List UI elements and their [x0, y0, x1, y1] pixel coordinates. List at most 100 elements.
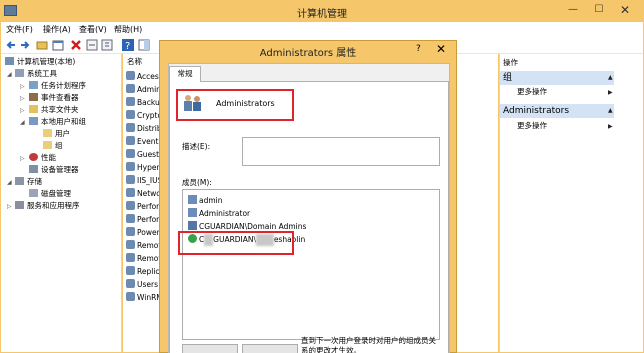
- members-list[interactable]: admin Administrator CGUARDIAN\Domain Adm…: [182, 189, 440, 340]
- members-label: 成员(M):: [182, 178, 212, 187]
- tree-storage[interactable]: 存储: [15, 176, 42, 188]
- tree-root[interactable]: 计算机管理(本地): [5, 56, 75, 68]
- computer-icon: [5, 57, 14, 65]
- list-item[interactable]: Remot: [126, 253, 161, 265]
- list-item[interactable]: Perfor: [126, 201, 159, 213]
- expand-arrow-icon[interactable]: ▷: [7, 203, 12, 210]
- group-icon: [126, 253, 135, 262]
- close-button[interactable]: ✕: [618, 4, 632, 16]
- tree-event-viewer[interactable]: 事件查看器: [29, 92, 79, 104]
- list-item[interactable]: WinRM: [126, 292, 163, 304]
- tree-task-scheduler[interactable]: 任务计划程序: [29, 80, 86, 92]
- menu-action[interactable]: 操作(A): [43, 24, 71, 35]
- menu-bar: 文件(F) 操作(A) 查看(V) 帮助(H): [1, 22, 643, 36]
- help-icon[interactable]: ?: [122, 39, 134, 51]
- list-item[interactable]: Netwo: [126, 188, 161, 200]
- delete-icon[interactable]: [70, 39, 82, 51]
- properties-dialog: Administrators 属性 ? ✕ 常规 Administrators …: [159, 40, 457, 353]
- remove-button[interactable]: [242, 344, 298, 353]
- user-icon: [188, 195, 197, 204]
- menu-help[interactable]: 帮助(H): [114, 24, 142, 35]
- membership-note: 直到下一次用户登录时对用户的组成员关系的更改才生效。: [301, 336, 436, 353]
- device-manager-icon: [29, 165, 38, 173]
- dialog-close-button[interactable]: ✕: [436, 42, 446, 56]
- group-name-text: Administrators: [216, 99, 275, 108]
- user-icon: [188, 208, 197, 217]
- description-field[interactable]: [242, 137, 440, 166]
- main-window: 计算机管理 — ☐ ✕ 文件(F) 操作(A) 查看(V) 帮助(H) ? 计算…: [0, 0, 644, 353]
- actions-group-header[interactable]: 组: [500, 71, 614, 85]
- tree-local-users-groups[interactable]: 本地用户和组: [29, 116, 86, 128]
- tab-general[interactable]: 常规: [169, 66, 201, 82]
- list-item[interactable]: Perfor: [126, 214, 159, 226]
- group-icon: [126, 227, 135, 236]
- expand-arrow-icon[interactable]: ▷: [20, 83, 25, 90]
- more-actions-link[interactable]: 更多操作: [517, 86, 547, 98]
- submenu-arrow-icon[interactable]: ▶: [608, 89, 613, 96]
- actions-selection-header[interactable]: Administrators: [500, 104, 614, 118]
- highlight-box-member: [178, 231, 294, 255]
- submenu-arrow-icon[interactable]: ▶: [608, 123, 613, 130]
- tree-users[interactable]: 用户: [43, 128, 70, 140]
- list-item[interactable]: Crypto: [126, 110, 162, 122]
- tree-groups[interactable]: 组: [43, 140, 63, 152]
- expand-arrow-icon[interactable]: ▷: [20, 155, 25, 162]
- member-item[interactable]: Administrator: [188, 208, 250, 220]
- tools-icon: [15, 69, 24, 77]
- properties-icon[interactable]: [52, 39, 64, 51]
- show-hide-icon[interactable]: [138, 39, 150, 51]
- list-item[interactable]: Access: [126, 71, 163, 83]
- navigation-tree: 计算机管理(本地) ◢ 系统工具 ▷ 任务计划程序 ▷ 事件查看器 ▷ 共享文件…: [1, 54, 122, 352]
- disk-icon: [29, 189, 38, 197]
- collapse-arrow-icon[interactable]: ▲: [608, 107, 613, 114]
- clock-icon: [29, 81, 38, 89]
- tree-device-manager[interactable]: 设备管理器: [29, 164, 79, 176]
- menu-file[interactable]: 文件(F): [6, 24, 33, 35]
- list-item[interactable]: Admin: [126, 84, 161, 96]
- expand-arrow-icon[interactable]: ▷: [20, 107, 25, 114]
- group-icon: [126, 162, 135, 171]
- dialog-help-button[interactable]: ?: [416, 44, 421, 54]
- actions-header: 操作: [503, 58, 518, 67]
- more-actions-link[interactable]: 更多操作: [517, 120, 547, 132]
- group-icon: [126, 266, 135, 275]
- performance-icon: [29, 153, 38, 161]
- tree-shared-folders[interactable]: 共享文件夹: [29, 104, 79, 116]
- list-item[interactable]: Guests: [126, 149, 163, 161]
- maximize-button[interactable]: ☐: [592, 4, 606, 16]
- group-icon: [126, 71, 135, 80]
- group-icon: [126, 240, 135, 249]
- collapse-arrow-icon[interactable]: ▲: [608, 74, 613, 81]
- menu-view[interactable]: 查看(V): [79, 24, 107, 35]
- list-item[interactable]: IIS_IUS: [126, 175, 162, 187]
- minimize-button[interactable]: —: [566, 4, 580, 16]
- actions-pane: 操作 组 ▲ 更多操作 ▶ Administrators ▲ 更多操作 ▶: [499, 54, 643, 352]
- collapse-arrow-icon[interactable]: ◢: [7, 179, 12, 186]
- list-item[interactable]: Backu: [126, 97, 160, 109]
- group-icon: [126, 110, 135, 119]
- list-item[interactable]: Remot: [126, 240, 161, 252]
- group-icon: [126, 149, 135, 158]
- member-item[interactable]: admin: [188, 195, 223, 207]
- collapse-arrow-icon[interactable]: ◢: [20, 119, 25, 126]
- list-item[interactable]: Event: [126, 136, 159, 148]
- folder-icon: [43, 129, 52, 137]
- refresh-icon[interactable]: [86, 39, 98, 51]
- list-item[interactable]: Power: [126, 227, 160, 239]
- tree-services-applications[interactable]: 服务和应用程序: [15, 200, 80, 212]
- expand-arrow-icon[interactable]: ▷: [20, 95, 25, 102]
- list-item[interactable]: Users: [126, 279, 158, 291]
- add-button[interactable]: [182, 344, 238, 353]
- up-folder-icon[interactable]: [36, 39, 48, 51]
- tree-disk-management[interactable]: 磁盘管理: [29, 188, 71, 200]
- tree-system-tools[interactable]: 系统工具: [15, 68, 57, 80]
- tree-performance[interactable]: 性能: [29, 152, 56, 164]
- list-item[interactable]: Hyper: [126, 162, 160, 174]
- back-icon[interactable]: [5, 39, 17, 51]
- list-item[interactable]: Replic: [126, 266, 160, 278]
- export-icon[interactable]: [101, 39, 113, 51]
- forward-icon[interactable]: [19, 39, 31, 51]
- collapse-arrow-icon[interactable]: ◢: [7, 71, 12, 78]
- list-item[interactable]: Distrib: [126, 123, 162, 135]
- svg-text:?: ?: [125, 41, 130, 51]
